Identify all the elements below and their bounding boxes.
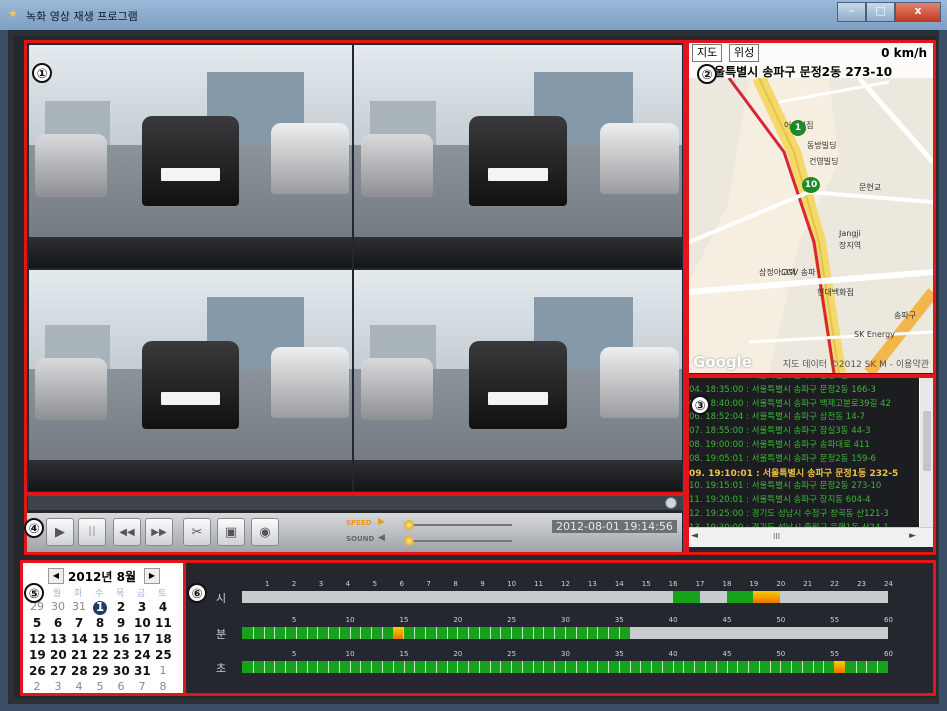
minimize-button[interactable]: – <box>837 2 866 22</box>
marker-3: ③ <box>690 395 710 415</box>
marker-2: ② <box>697 64 717 84</box>
calendar-highlight <box>20 560 186 696</box>
marker-1: ① <box>32 63 52 83</box>
controls-highlight <box>24 493 686 555</box>
title-bar: ★ 녹화 영상 재생 프로그램 – □ x <box>0 0 947 30</box>
app-icon: ★ <box>8 7 18 20</box>
marker-6: ⑥ <box>187 583 207 603</box>
map-highlight <box>686 40 936 377</box>
timeline-highlight <box>183 560 936 696</box>
window-title: 녹화 영상 재생 프로그램 <box>26 10 138 23</box>
maximize-button[interactable]: □ <box>866 2 895 22</box>
log-highlight <box>686 375 936 555</box>
marker-5: ⑤ <box>24 583 44 603</box>
video-area-highlight <box>24 40 686 495</box>
close-button[interactable]: x <box>895 2 941 22</box>
marker-4: ④ <box>24 518 44 538</box>
